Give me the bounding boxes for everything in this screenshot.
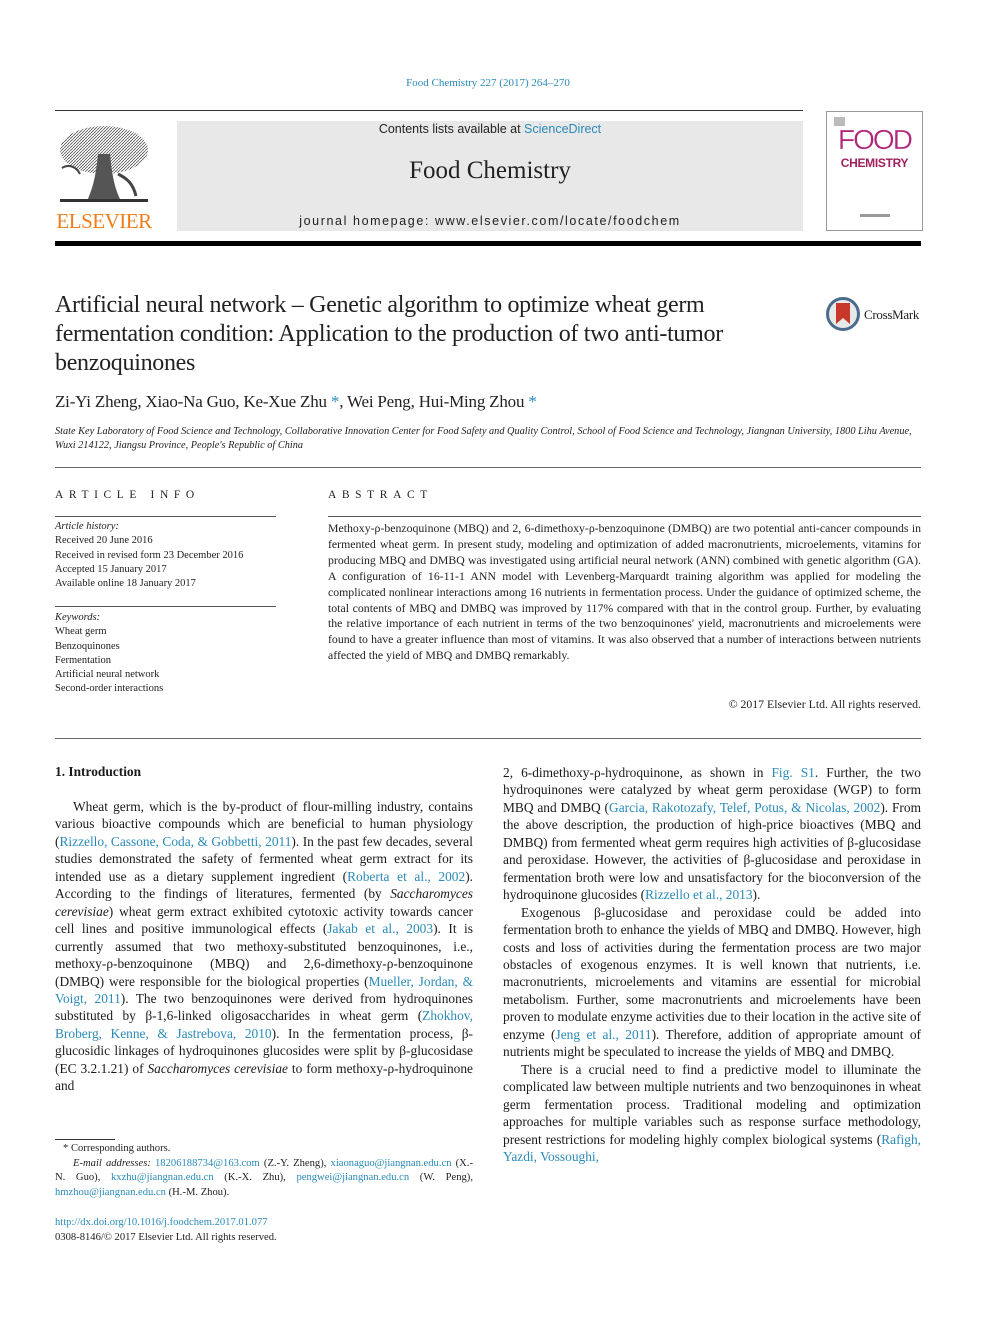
citation-link[interactable]: Roberta et al., 2002 xyxy=(347,869,465,884)
journal-homepage[interactable]: journal homepage: www.elsevier.com/locat… xyxy=(177,214,803,228)
author-name[interactable]: Wei Peng xyxy=(347,392,411,411)
citation-link[interactable]: Rizzello et al., 2013 xyxy=(645,887,752,902)
keyword-item: Fermentation xyxy=(55,654,111,666)
article-history: Article history: Received 20 June 2016 R… xyxy=(55,520,285,591)
author-separator: , xyxy=(410,392,419,411)
journal-name[interactable]: Food Chemistry xyxy=(177,157,803,185)
issn-copyright: 0308-8146/© 2017 Elsevier Ltd. All right… xyxy=(55,1231,277,1243)
cover-food-word: FOOD xyxy=(838,124,913,155)
email-link[interactable]: pengwei@jiangnan.edu.cn xyxy=(296,1172,409,1183)
abstract-rule xyxy=(328,516,921,517)
text-run: There is a crucial need to find a predic… xyxy=(503,1061,921,1147)
citation-link[interactable]: Jakab et al., 2003 xyxy=(327,921,433,936)
doi-link[interactable]: http://dx.doi.org/10.1016/j.foodchem.201… xyxy=(55,1216,277,1231)
article-title: Artificial neural network – Genetic algo… xyxy=(55,292,723,376)
text-run: Exogenous β-glucosidase and peroxidase c… xyxy=(503,904,921,1042)
citation-link[interactable]: Garcia, Rakotozafy, Telef, Potus, & Nico… xyxy=(609,800,880,815)
author-name[interactable]: Ke-Xue Zhu xyxy=(243,392,327,411)
author-name[interactable]: Xiao-Na Guo xyxy=(145,392,235,411)
email-link[interactable]: 18206188734@163.com xyxy=(155,1158,260,1169)
email-owner: (Z.-Y. Zheng), xyxy=(259,1157,331,1169)
keyword-item: Artificial neural network xyxy=(55,669,160,681)
journal-cover-thumbnail[interactable]: FOOD CHEMISTRY xyxy=(826,111,923,231)
keyword-item: Wheat germ xyxy=(55,626,107,638)
body-paragraph: There is a crucial need to find a predic… xyxy=(503,1061,921,1166)
email-link[interactable]: kxzhu@jiangnan.edu.cn xyxy=(111,1172,214,1183)
crossmark-button[interactable]: CrossMark xyxy=(826,297,926,335)
body-paragraph: Exogenous β-glucosidase and peroxidase c… xyxy=(503,904,921,1061)
citation-link[interactable]: Fig. S1 xyxy=(771,765,814,780)
author-name[interactable]: Hui-Ming Zhou xyxy=(419,392,525,411)
email-link[interactable]: hmzhou@jiangnan.edu.cn xyxy=(55,1187,166,1198)
abstract-end-rule xyxy=(55,738,921,739)
keyword-item: Benzoquinones xyxy=(55,640,120,652)
footnote-rule xyxy=(55,1139,115,1140)
journal-citation[interactable]: Food Chemistry 227 (2017) 264–270 xyxy=(0,77,976,89)
footnote-corresponding: * Corresponding authors. E-mail addresse… xyxy=(55,1142,473,1200)
elsevier-logo[interactable]: ELSEVIER xyxy=(54,122,154,234)
header-thick-rule xyxy=(55,241,921,246)
header-rule xyxy=(55,110,803,111)
section-heading-introduction: 1. Introduction xyxy=(55,764,142,779)
contents-available: Contents lists available at ScienceDirec… xyxy=(378,122,602,136)
article-info-heading: ARTICLE INFO xyxy=(55,489,200,501)
article-info-rule xyxy=(55,516,276,517)
corresponding-author-marker[interactable]: * xyxy=(327,392,340,411)
author-list: Zi-Yi Zheng, Xiao-Na Guo, Ke-Xue Zhu *, … xyxy=(55,392,537,412)
crossmark-label: CrossMark xyxy=(864,307,920,322)
text-run: ). xyxy=(752,887,761,903)
text-run: 2, 6-dimethoxy-ρ-hydroquinone, as shown … xyxy=(503,765,772,780)
email-link[interactable]: xiaonaguo@jiangnan.edu.cn xyxy=(331,1158,452,1169)
history-item: Accepted 15 January 2017 xyxy=(55,563,167,575)
body-paragraph: Wheat germ, which is the by-product of f… xyxy=(55,798,473,1095)
crossmark-icon xyxy=(826,297,860,331)
affiliation-rule xyxy=(55,467,921,468)
history-item: Received 20 June 2016 xyxy=(55,535,153,547)
body-column-left: Wheat germ, which is the by-product of f… xyxy=(55,798,473,1095)
email-owner: (W. Peng), xyxy=(409,1172,473,1184)
abstract-heading: ABSTRACT xyxy=(328,489,433,501)
email-owner: (H.-M. Zhou). xyxy=(165,1186,230,1198)
sciencedirect-link[interactable]: ScienceDirect xyxy=(524,122,601,136)
email-label: E-mail addresses: xyxy=(73,1157,155,1169)
email-addresses: E-mail addresses: 18206188734@163.com (Z… xyxy=(55,1157,473,1201)
body-paragraph: 2, 6-dimethoxy-ρ-hydroquinone, as shown … xyxy=(503,764,921,904)
elsevier-wordmark: ELSEVIER xyxy=(56,209,152,233)
affiliation: State Key Laboratory of Food Science and… xyxy=(55,426,912,451)
cover-chemistry-word: CHEMISTRY xyxy=(840,156,909,170)
doi-block: http://dx.doi.org/10.1016/j.foodchem.201… xyxy=(55,1216,277,1245)
history-item: Received in revised form 23 December 201… xyxy=(55,549,244,561)
elsevier-tree-icon xyxy=(60,126,148,202)
cover-fineprint xyxy=(860,214,890,217)
keywords-rule xyxy=(55,606,276,607)
journal-banner: Contents lists available at ScienceDirec… xyxy=(177,121,803,231)
keyword-item: Second-order interactions xyxy=(55,683,164,695)
article-history-label: Article history: xyxy=(55,521,119,532)
keywords-label: Keywords: xyxy=(55,612,101,623)
abstract-copyright: © 2017 Elsevier Ltd. All rights reserved… xyxy=(728,697,921,711)
history-item: Available online 18 January 2017 xyxy=(55,578,196,590)
citation-link[interactable]: Jeng et al., 2011 xyxy=(556,1027,652,1042)
italic-text: Saccharomyces cerevisiae xyxy=(147,1060,288,1076)
keywords: Keywords: Wheat germ Benzoquinones Ferme… xyxy=(55,611,285,697)
author-separator: , xyxy=(339,392,347,411)
author-name[interactable]: Zi-Yi Zheng xyxy=(55,392,138,411)
corresponding-author-marker[interactable]: * xyxy=(524,392,537,411)
abstract-text: Methoxy-ρ-benzoquinone (MBQ) and 2, 6-di… xyxy=(328,521,921,663)
corresponding-authors-note: * Corresponding authors. xyxy=(63,1143,171,1154)
body-column-right: 2, 6-dimethoxy-ρ-hydroquinone, as shown … xyxy=(503,764,921,1165)
citation-link[interactable]: Rizzello, Cassone, Coda, & Gobbetti, 201… xyxy=(59,834,291,849)
email-owner: (K.-X. Zhu), xyxy=(213,1172,297,1184)
